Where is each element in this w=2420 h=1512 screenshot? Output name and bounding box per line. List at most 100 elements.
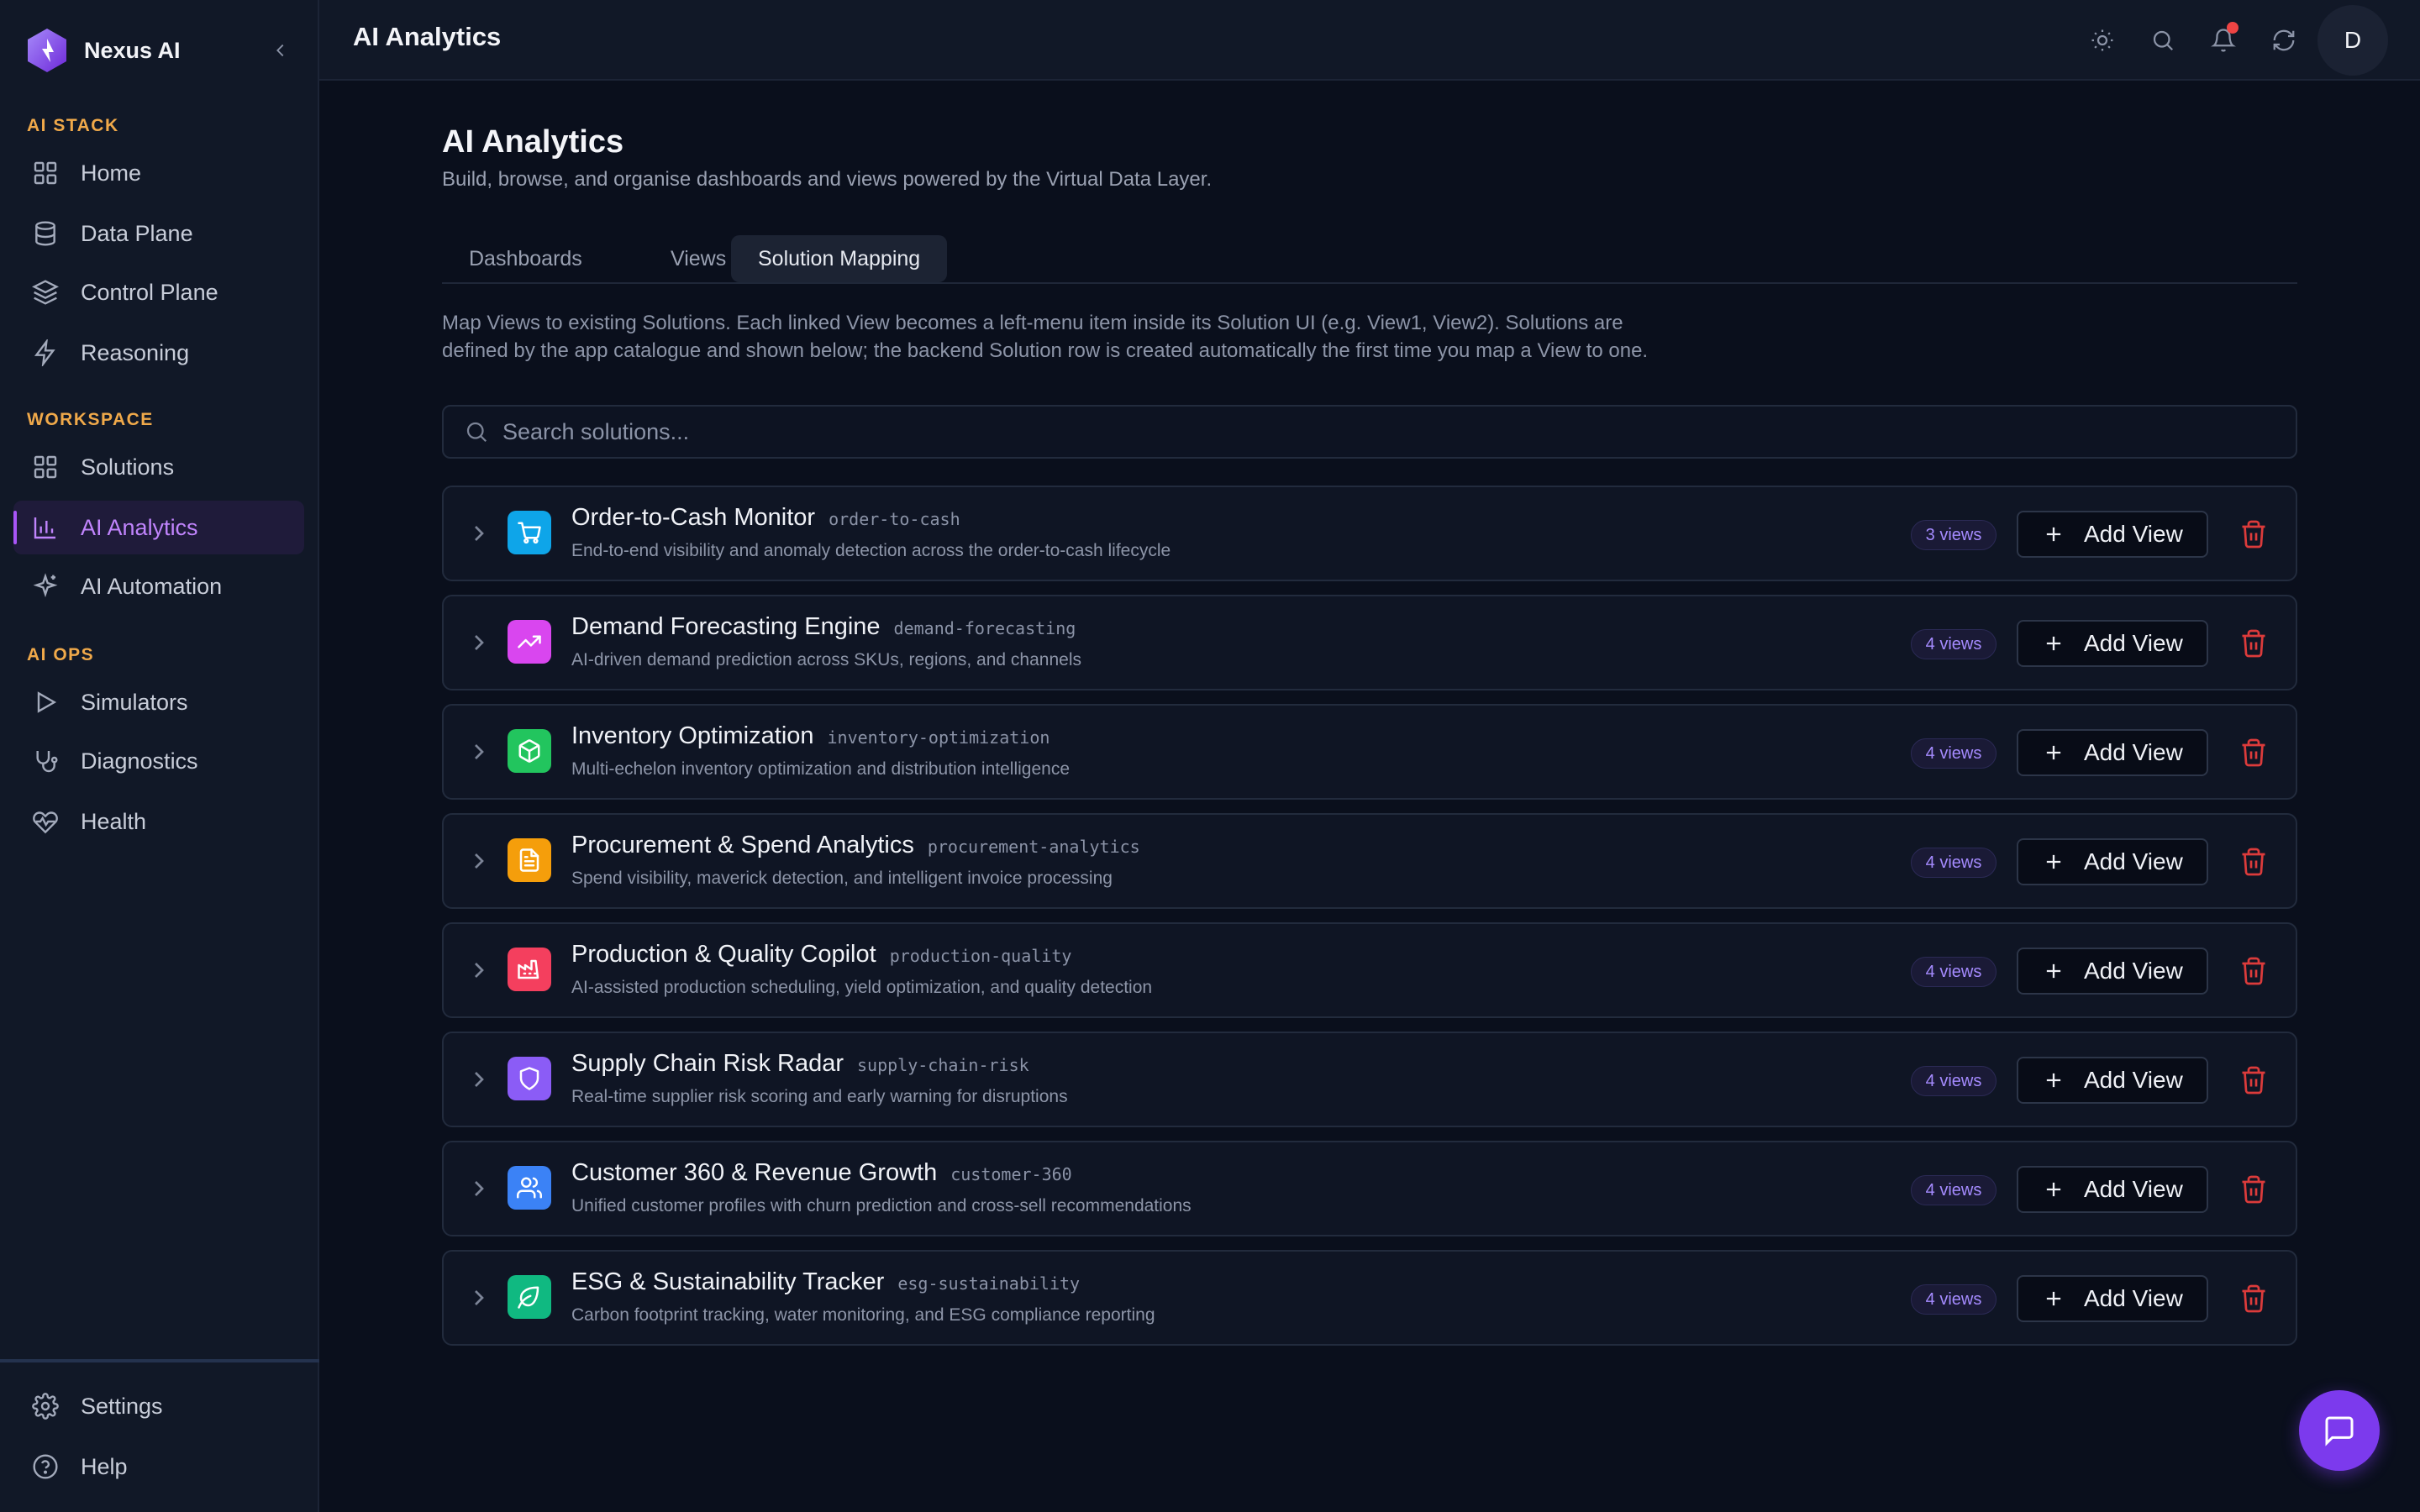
solution-name: Inventory Optimization	[571, 722, 814, 749]
plus-icon	[2046, 636, 2061, 651]
views-count-badge: 4 views	[1911, 1066, 1996, 1096]
solution-description: AI-assisted production scheduling, yield…	[571, 978, 1153, 997]
add-view-label: Add View	[2084, 630, 2183, 656]
sidebar-item-label: Home	[81, 160, 142, 186]
solution-row[interactable]: Supply Chain Risk Radar supply-chain-ris…	[442, 1032, 2297, 1127]
sidebar-item-home[interactable]: Home	[13, 146, 304, 200]
trash-icon[interactable]	[2238, 738, 2269, 768]
add-view-button[interactable]: Add View	[2017, 838, 2208, 885]
trash-icon[interactable]	[2238, 519, 2269, 549]
chevron-right-icon[interactable]	[466, 957, 492, 984]
add-view-label: Add View	[2084, 958, 2183, 984]
add-view-button[interactable]: Add View	[2017, 1166, 2208, 1213]
sidebar-item-diagnostics[interactable]: Diagnostics	[13, 734, 304, 788]
tab-dashboards[interactable]: Dashboards	[442, 235, 609, 282]
leaf-icon	[518, 1286, 539, 1309]
sidebar-item-simulators[interactable]: Simulators	[13, 675, 304, 729]
chevron-right-icon[interactable]	[466, 738, 492, 765]
trash-icon[interactable]	[2238, 1284, 2269, 1314]
plus-icon	[2046, 1073, 2061, 1088]
add-view-button[interactable]: Add View	[2017, 511, 2208, 558]
solution-app-icon	[508, 729, 551, 773]
grid-icon	[34, 455, 57, 479]
solution-slug: esg-sustainability	[897, 1273, 1081, 1294]
add-view-button[interactable]: Add View	[2017, 620, 2208, 667]
add-view-label: Add View	[2084, 1285, 2183, 1311]
search-input[interactable]	[502, 418, 2183, 445]
sidebar-item-reasoning[interactable]: Reasoning	[13, 326, 304, 380]
sidebar-item-help[interactable]: Help	[13, 1440, 304, 1494]
collapse-sidebar-button[interactable]	[267, 35, 294, 66]
trash-icon[interactable]	[2238, 628, 2269, 659]
chat-button[interactable]	[2299, 1390, 2380, 1471]
brand[interactable]: Nexus AI	[25, 27, 181, 74]
solution-row[interactable]: Inventory Optimization inventory-optimiz…	[442, 704, 2297, 800]
solution-slug: demand-forecasting	[893, 618, 1076, 638]
top-bar: AI Analytics D	[319, 0, 2420, 81]
page-title: AI Analytics	[442, 124, 624, 160]
chevron-right-icon[interactable]	[466, 629, 492, 656]
sidebar-item-solutions[interactable]: Solutions	[13, 440, 304, 494]
chevron-right-icon[interactable]	[466, 1066, 492, 1093]
sidebar-item-label: Health	[81, 808, 147, 834]
solution-row[interactable]: Procurement & Spend Analytics procuremen…	[442, 813, 2297, 909]
notifications-button[interactable]	[2207, 22, 2240, 57]
sidebar-item-data-plane[interactable]: Data Plane	[13, 207, 304, 260]
views-count-badge: 4 views	[1911, 1175, 1996, 1205]
solution-description: Unified customer profiles with churn pre…	[571, 1196, 1192, 1215]
solution-row[interactable]: Order-to-Cash Monitor order-to-cash End-…	[442, 486, 2297, 581]
solution-description: AI-driven demand prediction across SKUs,…	[571, 650, 1081, 669]
sidebar-item-ai-automation[interactable]: AI Automation	[13, 559, 304, 613]
add-view-button[interactable]: Add View	[2017, 729, 2208, 776]
section-label-ai-stack: AI STACK	[27, 116, 119, 135]
solution-title: Procurement & Spend Analytics procuremen…	[571, 832, 1140, 859]
solution-name: Supply Chain Risk Radar	[571, 1050, 844, 1077]
plus-icon	[2046, 963, 2061, 979]
solution-app-icon	[508, 1057, 551, 1100]
sidebar-item-control-plane[interactable]: Control Plane	[13, 265, 304, 319]
solution-title: Demand Forecasting Engine demand-forecas…	[571, 613, 1076, 641]
solution-description: End-to-end visibility and anomaly detect…	[571, 541, 1171, 560]
trash-icon[interactable]	[2238, 1065, 2269, 1095]
trash-icon[interactable]	[2238, 956, 2269, 986]
theme-toggle-button[interactable]	[2086, 24, 2119, 57]
search-box	[442, 405, 2297, 459]
search-button[interactable]	[2146, 24, 2180, 57]
chevron-right-icon[interactable]	[466, 1284, 492, 1311]
solution-row[interactable]: ESG & Sustainability Tracker esg-sustain…	[442, 1250, 2297, 1346]
chevron-right-icon[interactable]	[466, 520, 492, 547]
solution-row[interactable]: Customer 360 & Revenue Growth customer-3…	[442, 1141, 2297, 1236]
layers-icon	[32, 280, 59, 305]
solution-row[interactable]: Demand Forecasting Engine demand-forecas…	[442, 595, 2297, 690]
add-view-button[interactable]: Add View	[2017, 1275, 2208, 1322]
users-icon	[517, 1177, 542, 1199]
add-view-button[interactable]: Add View	[2017, 1057, 2208, 1104]
bar-chart-icon	[34, 517, 55, 539]
tab-solution-mapping[interactable]: Solution Mapping	[731, 235, 948, 282]
solution-app-icon	[508, 838, 551, 882]
solution-slug: inventory-optimization	[827, 727, 1050, 748]
message-square-icon	[2325, 1416, 2354, 1446]
solution-name: ESG & Sustainability Tracker	[571, 1268, 885, 1295]
solution-row[interactable]: Production & Quality Copilot production-…	[442, 922, 2297, 1018]
sidebar-item-label: Simulators	[81, 689, 188, 715]
trash-icon[interactable]	[2238, 1174, 2269, 1205]
chevron-right-icon[interactable]	[466, 848, 492, 874]
sparkles-icon	[33, 573, 58, 598]
sidebar-item-ai-analytics[interactable]: AI Analytics	[13, 501, 304, 554]
solution-app-icon	[508, 1275, 551, 1319]
avatar[interactable]: D	[2317, 5, 2388, 76]
solution-slug: production-quality	[889, 946, 1072, 966]
grid-icon	[34, 161, 57, 185]
refresh-button[interactable]	[2267, 24, 2301, 57]
document-icon	[519, 848, 539, 872]
chevron-right-icon[interactable]	[466, 1175, 492, 1202]
sidebar-item-health[interactable]: Health	[13, 795, 304, 848]
sidebar-item-settings[interactable]: Settings	[13, 1379, 304, 1433]
add-view-button[interactable]: Add View	[2017, 948, 2208, 995]
shopping-cart-icon	[518, 522, 541, 544]
search-icon	[2153, 30, 2174, 51]
plus-icon	[2046, 1291, 2061, 1306]
solution-title: Customer 360 & Revenue Growth customer-3…	[571, 1159, 1072, 1187]
trash-icon[interactable]	[2238, 847, 2269, 877]
